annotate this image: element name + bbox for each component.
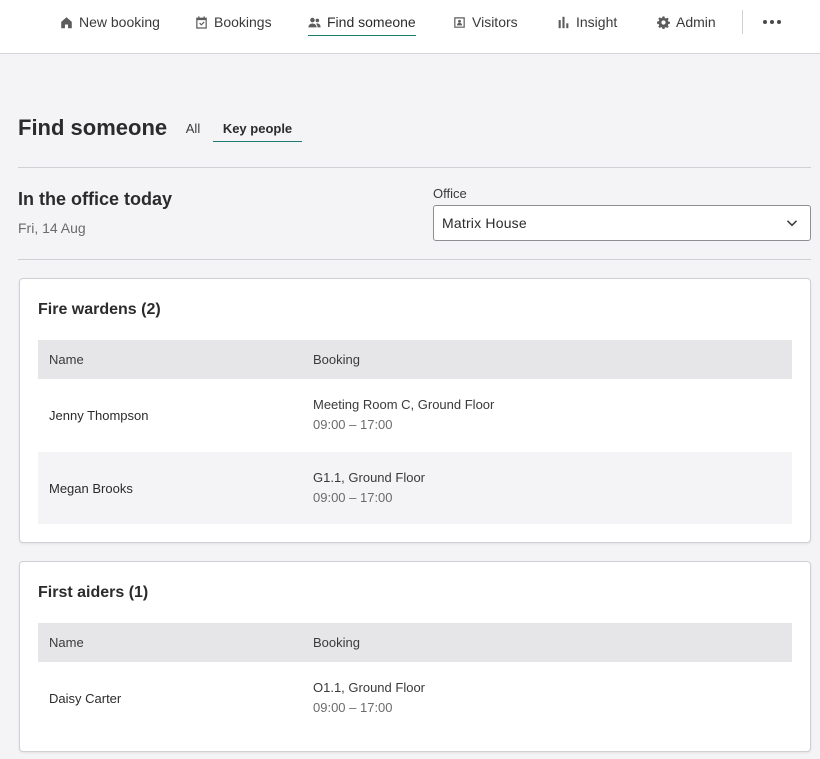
people-icon <box>308 17 321 27</box>
card-title: First aiders (1) <box>38 584 149 601</box>
section-title: In the office today <box>18 189 173 209</box>
booking-location: Meeting Room C, Ground Floor <box>313 397 495 412</box>
visitor-badge-icon <box>454 16 465 28</box>
booking-location: O1.1, Ground Floor <box>313 680 425 695</box>
person-name: Daisy Carter <box>49 691 122 706</box>
booking-time: 09:00 – 17:00 <box>313 700 393 715</box>
nav-visitors[interactable]: Visitors <box>453 0 518 44</box>
nav-insight[interactable]: Insight <box>557 0 617 44</box>
nav-admin-label: Admin <box>676 14 716 30</box>
tab-all[interactable]: All <box>182 115 204 142</box>
booking-time: 09:00 – 17:00 <box>313 490 393 505</box>
table-row: Jenny Thompson Meeting Room C, Ground Fl… <box>38 379 792 451</box>
column-header-booking: Booking <box>313 352 360 367</box>
column-header-name: Name <box>49 635 84 650</box>
table-header: Name Booking <box>38 623 792 662</box>
booking-time: 09:00 – 17:00 <box>313 417 393 432</box>
nav-visitors-label: Visitors <box>472 14 518 30</box>
ellipsis-dot <box>770 20 774 24</box>
tab-key-people[interactable]: Key people <box>213 115 302 142</box>
nav-admin[interactable]: Admin <box>657 0 716 44</box>
calendar-check-icon <box>196 15 207 29</box>
column-header-booking: Booking <box>313 635 360 650</box>
column-header-name: Name <box>49 352 84 367</box>
first-aiders-card: First aiders (1) Name Booking Daisy Cart… <box>19 561 811 752</box>
office-select-value: Matrix House <box>442 215 527 231</box>
ellipsis-dot <box>777 20 781 24</box>
card-title: Fire wardens (2) <box>38 301 161 318</box>
office-label: Office <box>433 186 467 201</box>
nav-new-booking-label: New booking <box>79 14 160 30</box>
fire-wardens-card: Fire wardens (2) Name Booking Jenny Thom… <box>19 278 811 543</box>
divider <box>18 259 811 260</box>
table-row: Daisy Carter O1.1, Ground Floor 09:00 – … <box>38 662 792 734</box>
more-menu-button[interactable] <box>760 12 784 32</box>
booking-location: G1.1, Ground Floor <box>313 470 425 485</box>
office-select[interactable]: Matrix House <box>433 205 811 241</box>
table-header: Name Booking <box>38 340 792 379</box>
person-name: Jenny Thompson <box>49 408 149 423</box>
nav-bookings[interactable]: Bookings <box>195 0 272 44</box>
nav-bookings-label: Bookings <box>214 14 272 30</box>
ellipsis-icon <box>763 20 767 24</box>
bar-chart-icon <box>558 16 569 28</box>
person-name: Megan Brooks <box>49 481 133 496</box>
chevron-down-icon <box>786 220 798 227</box>
nav-new-booking[interactable]: New booking <box>60 0 160 44</box>
table-row: Megan Brooks G1.1, Ground Floor 09:00 – … <box>38 452 792 524</box>
nav-find-someone[interactable]: Find someone <box>308 0 416 44</box>
nav-divider <box>742 10 743 34</box>
section-date: Fri, 14 Aug <box>18 220 86 236</box>
divider <box>18 167 811 168</box>
nav-find-someone-label: Find someone <box>327 14 416 30</box>
home-icon <box>61 16 72 28</box>
top-navigation: New booking Bookings Find someone Visito… <box>0 0 820 54</box>
page-title: Find someone <box>18 115 168 140</box>
nav-insight-label: Insight <box>576 14 618 30</box>
gear-icon <box>657 15 670 29</box>
